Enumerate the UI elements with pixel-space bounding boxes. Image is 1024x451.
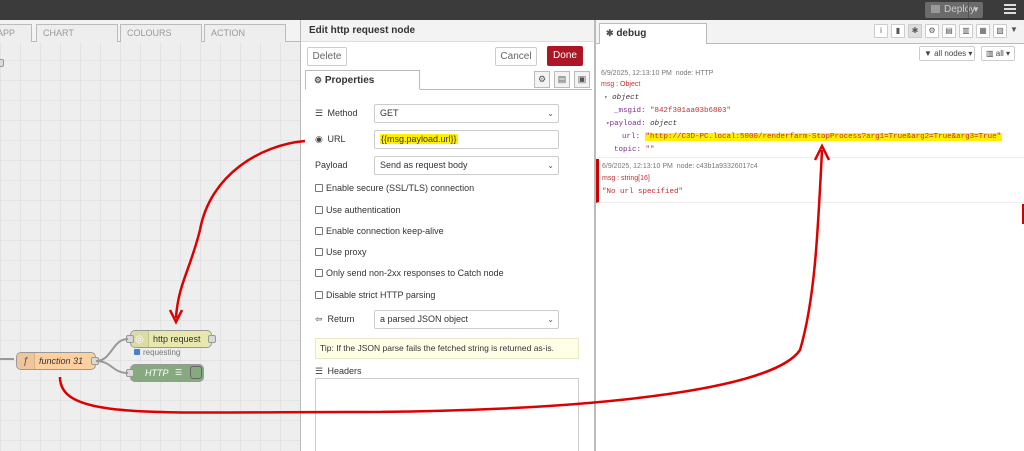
checkbox-keep-alive[interactable]: Enable connection keep-alive xyxy=(315,226,444,236)
done-button[interactable]: Done xyxy=(547,46,583,66)
return-label: ⇦ Return xyxy=(315,314,355,324)
checkbox-strict-parsing[interactable]: Disable strict HTTP parsing xyxy=(315,290,435,300)
cancel-button[interactable]: Cancel xyxy=(495,47,537,66)
filter-icon: ▼ xyxy=(924,49,932,58)
message-meta: 6/9/2025, 12:13:10 PM node: c43b1a933260… xyxy=(602,163,758,170)
flow-workspace[interactable]: APP CHART COLOURS ACTION ƒ function 31 ◎… xyxy=(0,20,300,451)
debug-message: 6/9/2025, 12:13:10 PM node: HTTP msg : O… xyxy=(596,68,1024,158)
trash-icon: ▥ xyxy=(986,49,994,58)
dashboard-icon[interactable]: ▦ xyxy=(976,24,990,38)
chevron-down-icon: ⌄ xyxy=(547,161,554,170)
filter-all-select[interactable]: ▥ all ▾ xyxy=(981,46,1015,61)
chevron-down-icon: ⌄ xyxy=(547,109,554,118)
delete-button[interactable]: Delete xyxy=(307,47,347,66)
bug-tab-icon[interactable]: ✱ xyxy=(908,24,922,38)
headers-list[interactable] xyxy=(315,378,579,451)
edit-tabs: ⚙ Properties ⚙ ▤ ▣ xyxy=(305,70,592,90)
method-select[interactable]: GET ⌄ xyxy=(374,104,559,123)
arrow-left-icon: ⇦ xyxy=(315,314,323,324)
message-value: "No url specified" xyxy=(602,188,684,196)
msgid-row: _msgid: "842f301aa03b6803" xyxy=(614,107,732,115)
tab-debug[interactable]: ✱ debug xyxy=(599,23,707,44)
url-row: url: "http://C3D-PC.local:5000/renderfar… xyxy=(622,133,1003,141)
object-root[interactable]: ▾ object xyxy=(604,94,639,102)
url-input[interactable]: {{msg.payload.url}} xyxy=(374,130,559,149)
url-label: ◉ URL xyxy=(315,134,346,144)
gear-icon: ⚙ xyxy=(314,75,323,85)
message-meta: 6/9/2025, 12:13:10 PM node: HTTP xyxy=(601,70,714,77)
list-icon: ☰ xyxy=(315,366,324,376)
checkbox-authentication[interactable]: Use authentication xyxy=(315,205,401,215)
message-type: msg : Object xyxy=(601,81,641,88)
main-menu-icon[interactable] xyxy=(1004,4,1016,16)
sidebar-tabs: ✱ debug i ▮ ✱ ⚙ ▤ ▥ ▦ ▧ ▼ xyxy=(596,20,1024,44)
edit-node-panel: Edit http request node Delete Cancel Don… xyxy=(300,20,595,451)
appearance-tab-icon[interactable]: ▣ xyxy=(574,71,590,88)
chevron-down-icon: ⌄ xyxy=(547,315,554,324)
checkbox-secure[interactable]: Enable secure (SSL/TLS) connection xyxy=(315,183,474,193)
gear-icon[interactable]: ⚙ xyxy=(925,24,939,38)
database-icon[interactable]: ▤ xyxy=(942,24,956,38)
bar-chart-icon[interactable]: ▥ xyxy=(959,24,973,38)
debug-message-error: 6/9/2025, 12:13:10 PM node: c43b1a933260… xyxy=(596,159,1024,203)
top-bar: Deploy ▼ xyxy=(0,0,1024,20)
payload-label: Payload xyxy=(315,160,348,170)
bug-icon: ✱ xyxy=(606,28,614,38)
tip-box: Tip: If the JSON parse fails the fetched… xyxy=(315,338,579,359)
chevron-down-icon[interactable]: ▼ xyxy=(1010,25,1018,34)
layout-icon[interactable]: ▧ xyxy=(993,24,1007,38)
info-icon[interactable]: i xyxy=(874,24,888,38)
debug-sidebar: ✱ debug i ▮ ✱ ⚙ ▤ ▥ ▦ ▧ ▼ ▼ all nodes ▾ … xyxy=(595,20,1024,451)
settings-tab-icon[interactable]: ⚙ xyxy=(534,71,550,88)
tab-properties[interactable]: ⚙ Properties xyxy=(305,70,420,90)
topic-row: topic: "" xyxy=(614,146,655,154)
checkbox-proxy[interactable]: Use proxy xyxy=(315,247,367,257)
deploy-icon xyxy=(931,5,940,13)
message-type: msg : string[16] xyxy=(602,175,650,182)
return-select[interactable]: a parsed JSON object ⌄ xyxy=(374,310,559,329)
description-tab-icon[interactable]: ▤ xyxy=(554,71,570,88)
payload-row[interactable]: ▾payload: object xyxy=(606,120,677,128)
headers-label: ☰ Headers xyxy=(315,366,362,376)
method-label: ☰ Method xyxy=(315,108,358,118)
filter-nodes-select[interactable]: ▼ all nodes ▾ xyxy=(919,46,975,61)
flow-wires xyxy=(0,338,129,374)
caret-down-icon: ▾ xyxy=(604,94,608,101)
book-icon[interactable]: ▮ xyxy=(891,24,905,38)
list-icon: ☰ xyxy=(315,108,324,118)
globe-icon: ◉ xyxy=(315,134,323,144)
edit-panel-title: Edit http request node xyxy=(301,20,594,42)
payload-select[interactable]: Send as request body ⌄ xyxy=(374,156,559,175)
deploy-dropdown-icon[interactable]: ▼ xyxy=(968,2,983,18)
checkbox-non-2xx[interactable]: Only send non-2xx responses to Catch nod… xyxy=(315,268,504,278)
